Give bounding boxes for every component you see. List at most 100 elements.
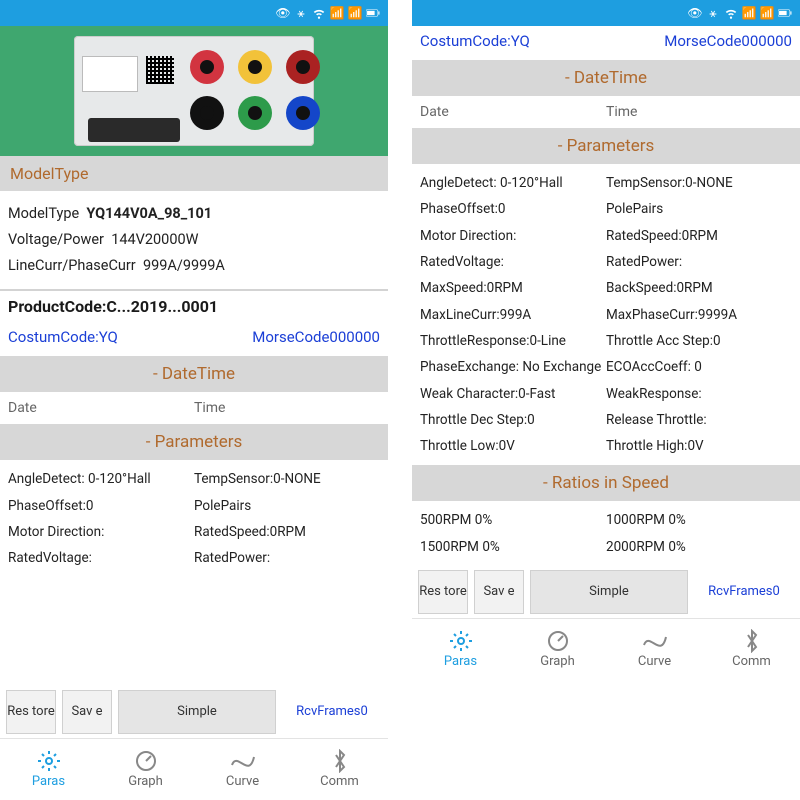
param-cell: Motor Direction: bbox=[8, 519, 194, 545]
param-cell: Throttle Dec Step:0 bbox=[420, 407, 606, 433]
param-row: Weak Character:0-FastWeakResponse: bbox=[420, 381, 792, 407]
param-cell: RatedPower: bbox=[194, 545, 380, 571]
action-bar: Res tore Sav e Simple RcvFrames0 bbox=[0, 686, 388, 738]
time-label: Time bbox=[194, 400, 380, 416]
section-model-type: ModelType bbox=[0, 156, 388, 191]
curve-icon bbox=[641, 630, 669, 652]
param-cell: ECOAccCoeff: 0 bbox=[606, 354, 792, 380]
curve-icon bbox=[229, 750, 257, 772]
section-datetime[interactable]: - DateTime bbox=[0, 356, 388, 392]
signal-icon-2: 📶 bbox=[348, 6, 362, 20]
nav-paras[interactable]: Paras bbox=[412, 619, 509, 680]
rcv-frames: RcvFrames0 bbox=[282, 690, 382, 734]
custom-code: CostumCode:YQ bbox=[420, 32, 530, 50]
bluetooth-icon: ⚹ bbox=[706, 6, 720, 20]
parameters-list[interactable]: AngleDetect: 0-120°HallTempSensor:0-NONE… bbox=[0, 460, 388, 686]
param-cell: PhaseExchange: No Exchange bbox=[420, 354, 606, 380]
param-row: Throttle Low:0VThrottle High:0V bbox=[420, 433, 792, 459]
nav-graph[interactable]: Graph bbox=[97, 739, 194, 800]
param-cell: PolePairs bbox=[606, 196, 792, 222]
simple-button[interactable]: Simple bbox=[530, 570, 688, 614]
save-button[interactable]: Sav e bbox=[474, 570, 524, 614]
action-bar: Res tore Sav e Simple RcvFrames0 bbox=[412, 566, 800, 618]
section-datetime[interactable]: - DateTime bbox=[412, 60, 800, 96]
param-row: 1500RPM 0%2000RPM 0% bbox=[420, 534, 792, 560]
param-cell: ThrottleResponse:0-Line bbox=[420, 328, 606, 354]
param-row: RatedVoltage:RatedPower: bbox=[8, 545, 380, 571]
param-row: MaxLineCurr:999AMaxPhaseCurr:9999A bbox=[420, 302, 792, 328]
time-label: Time bbox=[606, 104, 792, 120]
param-row: PhaseOffset:0PolePairs bbox=[8, 493, 380, 519]
codes-row: CostumCode:YQ MorseCode000000 bbox=[412, 26, 800, 60]
param-row: PhaseExchange: No ExchangeECOAccCoeff: 0 bbox=[420, 354, 792, 380]
status-bar: 👁 ⚹ 📶 📶 bbox=[0, 0, 388, 26]
param-row: 500RPM 0%1000RPM 0% bbox=[420, 507, 792, 533]
rcv-frames: RcvFrames0 bbox=[694, 570, 794, 614]
datetime-row: Date Time bbox=[0, 392, 388, 424]
param-cell: 1000RPM 0% bbox=[606, 507, 792, 533]
nav-curve[interactable]: Curve bbox=[194, 739, 291, 800]
battery-icon bbox=[778, 6, 792, 20]
save-button[interactable]: Sav e bbox=[62, 690, 112, 734]
param-row: MaxSpeed:0RPMBackSpeed:0RPM bbox=[420, 275, 792, 301]
nav-curve[interactable]: Curve bbox=[606, 619, 703, 680]
param-cell: 1500RPM 0% bbox=[420, 534, 606, 560]
bluetooth-icon: ⚹ bbox=[294, 6, 308, 20]
section-ratios[interactable]: - Ratios in Speed bbox=[412, 465, 800, 501]
param-row: ThrottleResponse:0-LineThrottle Acc Step… bbox=[420, 328, 792, 354]
bluetooth-nav-icon bbox=[326, 750, 354, 772]
param-cell: AngleDetect: 0-120°Hall bbox=[420, 170, 606, 196]
date-label: Date bbox=[8, 400, 194, 416]
signal-icon: 📶 bbox=[742, 6, 756, 20]
custom-code: CostumCode:YQ bbox=[8, 328, 118, 346]
param-cell: RatedSpeed:0RPM bbox=[606, 223, 792, 249]
restore-button[interactable]: Res tore bbox=[6, 690, 56, 734]
product-image bbox=[0, 26, 388, 156]
param-cell: Throttle Acc Step:0 bbox=[606, 328, 792, 354]
param-cell: 500RPM 0% bbox=[420, 507, 606, 533]
gauge-icon bbox=[544, 630, 572, 652]
section-parameters[interactable]: - Parameters bbox=[0, 424, 388, 460]
param-cell: MaxPhaseCurr:9999A bbox=[606, 302, 792, 328]
phone-right: 👁 ⚹ 📶 📶 CostumCode:YQ MorseCode000000 - … bbox=[412, 0, 800, 800]
gear-icon bbox=[35, 750, 63, 772]
param-cell: RatedSpeed:0RPM bbox=[194, 519, 380, 545]
battery-icon bbox=[366, 6, 380, 20]
eye-icon: 👁 bbox=[276, 6, 290, 20]
status-bar: 👁 ⚹ 📶 📶 bbox=[412, 0, 800, 26]
wifi-icon bbox=[312, 6, 326, 20]
gear-icon bbox=[447, 630, 475, 652]
param-cell: AngleDetect: 0-120°Hall bbox=[8, 466, 194, 492]
param-cell: PolePairs bbox=[194, 493, 380, 519]
gauge-icon bbox=[132, 750, 160, 772]
param-cell: Release Throttle: bbox=[606, 407, 792, 433]
param-row: Motor Direction:RatedSpeed:0RPM bbox=[8, 519, 380, 545]
nav-graph[interactable]: Graph bbox=[509, 619, 606, 680]
simple-button[interactable]: Simple bbox=[118, 690, 276, 734]
product-code: ProductCode:C...2019...0001 bbox=[0, 297, 388, 322]
parameters-list[interactable]: AngleDetect: 0-120°HallTempSensor:0-NONE… bbox=[412, 164, 800, 465]
param-cell: MaxSpeed:0RPM bbox=[420, 275, 606, 301]
nav-paras[interactable]: Paras bbox=[0, 739, 97, 800]
param-cell: 2000RPM 0% bbox=[606, 534, 792, 560]
param-cell: MaxLineCurr:999A bbox=[420, 302, 606, 328]
model-info: ModelType YQ144V0A_98_101 Voltage/Power … bbox=[0, 191, 388, 283]
nav-comm[interactable]: Comm bbox=[703, 619, 800, 680]
param-cell: Throttle High:0V bbox=[606, 433, 792, 459]
param-cell: BackSpeed:0RPM bbox=[606, 275, 792, 301]
signal-icon: 📶 bbox=[330, 6, 344, 20]
param-cell: RatedPower: bbox=[606, 249, 792, 275]
signal-icon-2: 📶 bbox=[760, 6, 774, 20]
morse-code: MorseCode000000 bbox=[664, 32, 792, 50]
wifi-icon bbox=[724, 6, 738, 20]
param-cell: RatedVoltage: bbox=[8, 545, 194, 571]
restore-button[interactable]: Res tore bbox=[418, 570, 468, 614]
section-parameters[interactable]: - Parameters bbox=[412, 128, 800, 164]
eye-icon: 👁 bbox=[688, 6, 702, 20]
param-cell: Throttle Low:0V bbox=[420, 433, 606, 459]
param-cell: PhaseOffset:0 bbox=[8, 493, 194, 519]
codes-row: CostumCode:YQ MorseCode000000 bbox=[0, 322, 388, 356]
param-cell: RatedVoltage: bbox=[420, 249, 606, 275]
nav-comm[interactable]: Comm bbox=[291, 739, 388, 800]
param-cell: TempSensor:0-NONE bbox=[606, 170, 792, 196]
